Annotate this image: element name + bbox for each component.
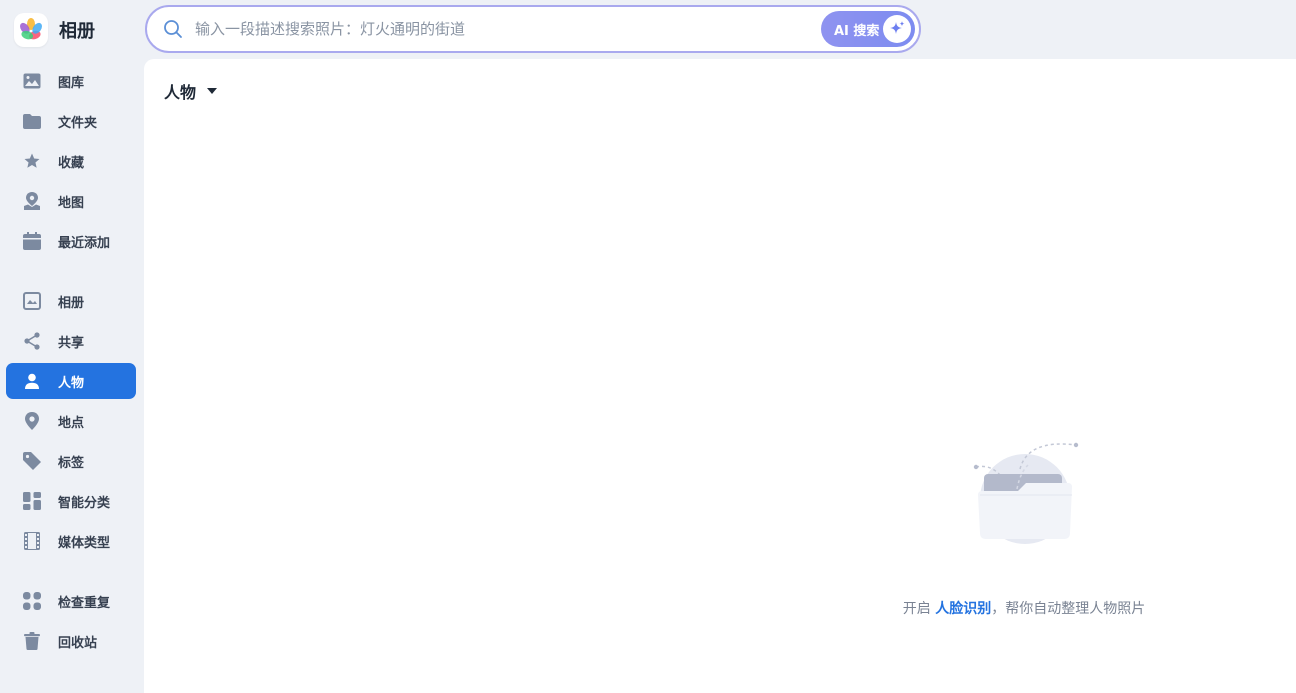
people-filter-label: 人物 — [164, 83, 197, 102]
share-icon — [21, 330, 43, 352]
album-icon — [21, 290, 43, 312]
person-icon — [21, 370, 43, 392]
empty-state-message: 开启 人脸识别，帮你自动整理人物照片 — [824, 598, 1224, 618]
sidebar-item-albums[interactable]: 相册 — [6, 283, 136, 319]
calendar-icon — [21, 230, 43, 252]
sidebar-item-folders[interactable]: 文件夹 — [6, 103, 136, 139]
sidebar-item-label: 相册 — [58, 295, 85, 311]
sidebar-item-gallery[interactable]: 图库 — [6, 63, 136, 99]
sidebar-item-media-types[interactable]: 媒体类型 — [6, 523, 136, 559]
app-title: 相册 — [59, 21, 95, 42]
app-window: 相册 图库 文件夹 收藏 地图 最近添加 相册 共享 人物 地点 标签 智能分类… — [0, 0, 1296, 693]
grid-dots-icon — [21, 590, 43, 612]
search-input[interactable] — [193, 19, 797, 39]
sidebar-item-people[interactable]: 人物 — [6, 363, 136, 399]
tag-icon — [21, 450, 43, 472]
dashboard-icon — [21, 490, 43, 512]
trash-icon — [21, 630, 43, 652]
app-logo-icon — [14, 13, 48, 47]
brand: 相册 — [14, 12, 95, 48]
sidebar-item-places[interactable]: 地点 — [6, 403, 136, 439]
sidebar-item-label: 地点 — [58, 415, 85, 431]
folder-icon — [21, 110, 43, 132]
sidebar-item-label: 媒体类型 — [58, 535, 111, 551]
sidebar-item-label: 收藏 — [58, 155, 85, 171]
sidebar-item-duplicates[interactable]: 检查重复 — [6, 583, 136, 619]
sparkle-icon — [883, 15, 911, 43]
sidebar-item-label: 智能分类 — [58, 495, 111, 511]
sidebar-item-label: 人物 — [58, 375, 85, 391]
search-bar: AI 搜索 — [145, 5, 921, 53]
sidebar-item-map[interactable]: 地图 — [6, 183, 136, 219]
sidebar-item-label: 图库 — [58, 75, 85, 91]
sidebar-item-label: 最近添加 — [58, 235, 111, 251]
sidebar-item-favorites[interactable]: 收藏 — [6, 143, 136, 179]
map-pin-icon — [21, 190, 43, 212]
main-panel: 人物 开启 人脸识别，帮你自动整理人物照片 — [144, 59, 1296, 693]
sidebar-item-smart-categories[interactable]: 智能分类 — [6, 483, 136, 519]
caret-down-icon — [207, 88, 218, 94]
sidebar-item-label: 回收站 — [58, 635, 98, 651]
sidebar: 相册 图库 文件夹 收藏 地图 最近添加 相册 共享 人物 地点 标签 智能分类… — [0, 0, 144, 693]
empty-state-prefix: 开启 — [902, 601, 936, 617]
empty-state-suffix: ，帮你自动整理人物照片 — [991, 601, 1146, 617]
empty-folder-illustration — [973, 442, 1079, 544]
sidebar-item-label: 标签 — [58, 455, 85, 471]
sidebar-item-label: 共享 — [58, 335, 85, 351]
image-icon — [21, 70, 43, 92]
sidebar-item-recent[interactable]: 最近添加 — [6, 223, 136, 259]
film-icon — [21, 530, 43, 552]
people-filter-dropdown[interactable]: 人物 — [164, 79, 218, 103]
sidebar-item-label: 地图 — [58, 195, 85, 211]
ai-search-label: AI 搜索 — [834, 23, 880, 39]
location-icon — [21, 410, 43, 432]
search-icon — [164, 20, 182, 38]
ai-search-button[interactable]: AI 搜索 — [821, 11, 915, 47]
sidebar-item-trash[interactable]: 回收站 — [6, 623, 136, 659]
sidebar-item-label: 检查重复 — [58, 595, 111, 611]
sidebar-item-label: 文件夹 — [58, 115, 98, 131]
face-recognition-link[interactable]: 人脸识别 — [935, 601, 991, 617]
sidebar-item-shared[interactable]: 共享 — [6, 323, 136, 359]
star-icon — [21, 150, 43, 172]
sidebar-item-tags[interactable]: 标签 — [6, 443, 136, 479]
